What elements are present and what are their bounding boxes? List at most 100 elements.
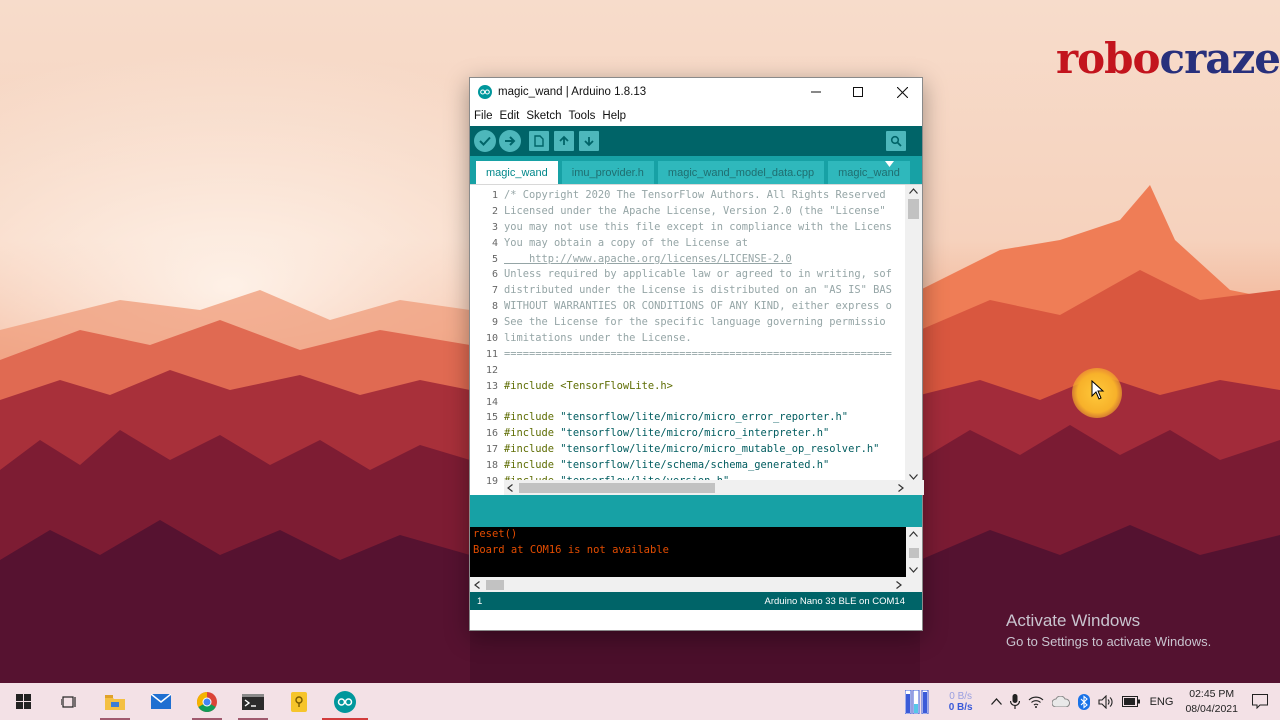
menu-edit[interactable]: Edit: [500, 110, 520, 122]
tab-magic-wand[interactable]: magic_wand: [476, 161, 558, 184]
line-number: 11: [485, 348, 498, 360]
tab-magic-wand-more[interactable]: magic_wand: [828, 161, 910, 184]
taskbar-chrome[interactable]: [184, 683, 230, 720]
chrome-icon: [197, 691, 217, 712]
folder-icon: [105, 694, 125, 710]
upload-button[interactable]: [499, 130, 521, 152]
taskbar-arduino[interactable]: [322, 683, 368, 720]
window-titlebar[interactable]: magic_wand | Arduino 1.8.13: [470, 78, 922, 106]
output-console[interactable]: reset() Board at COM16 is not available: [470, 527, 922, 577]
console-horizontal-scrollbar[interactable]: [470, 577, 922, 592]
notification-icon: [1252, 694, 1268, 709]
terminal-icon: [242, 693, 264, 710]
task-view-button[interactable]: [46, 683, 92, 720]
console-horizontal-thumb[interactable]: [486, 580, 504, 590]
wifi-tray[interactable]: [1028, 695, 1044, 708]
onedrive-tray[interactable]: [1051, 696, 1070, 707]
horizontal-scroll-thumb[interactable]: [519, 483, 715, 493]
code-line: #include "tensorflow/lite/micro/micro_er…: [504, 411, 849, 424]
console-scroll-left-icon[interactable]: [474, 581, 480, 589]
wifi-icon: [1028, 696, 1044, 708]
arduino-logo-icon: [478, 85, 492, 99]
mouse-pointer-icon: [1091, 380, 1105, 400]
editor-vertical-scrollbar[interactable]: [905, 185, 922, 483]
line-number: 15: [485, 412, 498, 424]
start-button[interactable]: [0, 683, 46, 720]
console-scroll-down-icon[interactable]: [909, 567, 918, 573]
code-line: distributed under the License is distrib…: [504, 284, 892, 297]
scroll-right-icon[interactable]: [898, 484, 904, 492]
activate-windows-title: Activate Windows: [1006, 611, 1141, 630]
console-line: Board at COM16 is not available: [473, 543, 669, 556]
maximize-button[interactable]: [836, 78, 880, 106]
verify-button[interactable]: [474, 130, 496, 152]
bluetooth-tray[interactable]: [1077, 693, 1090, 710]
tab-magic-wand-model-data[interactable]: magic_wand_model_data.cpp: [657, 161, 825, 184]
mail-icon: [151, 694, 171, 709]
taskbar-mail[interactable]: [138, 683, 184, 720]
input-language-indicator[interactable]: ENG: [1150, 696, 1174, 708]
show-hidden-icons-button[interactable]: [990, 698, 1002, 705]
console-vertical-scrollbar[interactable]: [906, 527, 922, 577]
code-editor[interactable]: 1 2 3 4 5 6 7 8 9 10 11 12 13 14 15 16 17 18 19 /* Copyrig…: [470, 184, 924, 495]
menu-help[interactable]: Help: [602, 110, 626, 122]
line-number: 8: [491, 301, 498, 313]
close-button[interactable]: [880, 78, 924, 106]
activate-windows-subtitle: Go to Settings to activate Windows.: [1006, 634, 1212, 649]
line-number: 14: [485, 396, 498, 408]
code-line: http://www.apache.org/licenses/LICENSE-2…: [504, 252, 792, 265]
line-number-gutter: 1 2 3 4 5 6 7 8 9 10 11 12 13 14 15 16 17 18 19: [470, 185, 502, 487]
battery-tray[interactable]: [1121, 696, 1140, 707]
vertical-scroll-thumb[interactable]: [908, 199, 919, 219]
volume-tray[interactable]: [1098, 694, 1114, 709]
code-line: WITHOUT WARRANTIES OR CONDITIONS OF ANY …: [504, 300, 892, 313]
code-line: Unless required by applicable law or agr…: [504, 268, 892, 281]
scroll-left-icon[interactable]: [507, 484, 513, 492]
console-scroll-thumb[interactable]: [909, 548, 919, 558]
code-line: See the License for the specific languag…: [504, 316, 886, 329]
line-number: 18: [485, 460, 498, 472]
menu-sketch[interactable]: Sketch: [526, 110, 561, 122]
tab-imu-provider[interactable]: imu_provider.h: [561, 161, 654, 184]
taskbar-terminal[interactable]: [230, 683, 276, 720]
microphone-tray[interactable]: [1009, 694, 1020, 709]
line-number: 19: [485, 476, 498, 488]
speaker-icon: [1098, 694, 1113, 709]
menu-file[interactable]: File: [474, 110, 493, 122]
line-number: 9: [491, 317, 498, 329]
chevron-up-icon: [990, 698, 1002, 705]
save-sketch-button[interactable]: [579, 131, 599, 151]
taskbar-clock[interactable]: 02:45 PM 08/04/2021: [1185, 687, 1238, 717]
line-number: 4: [491, 237, 498, 249]
taskbar-sticky-notes[interactable]: [276, 683, 322, 720]
network-speed-widget[interactable]: 0 B/s 0 B/s: [949, 691, 973, 713]
console-scroll-up-icon[interactable]: [909, 531, 918, 537]
line-number: 10: [485, 333, 498, 345]
code-text-area[interactable]: /* Copyright 2020 The TensorFlow Authors…: [504, 185, 907, 483]
console-scroll-right-icon[interactable]: [896, 581, 902, 589]
notification-center-button[interactable]: [1252, 694, 1268, 709]
line-number: 5: [491, 253, 498, 265]
new-sketch-button[interactable]: [529, 131, 549, 151]
robocraze-logo: robocraze: [1056, 34, 1280, 83]
scroll-up-icon[interactable]: [909, 188, 918, 194]
line-number: 2: [491, 205, 498, 217]
line-number: 7: [491, 285, 498, 297]
bluetooth-icon: [1077, 693, 1090, 710]
menu-tools[interactable]: Tools: [569, 110, 596, 122]
minimize-button[interactable]: [794, 78, 838, 106]
serial-monitor-button[interactable]: [886, 131, 906, 151]
window-title: magic_wand | Arduino 1.8.13: [498, 86, 647, 98]
taskbar-file-explorer[interactable]: [92, 683, 138, 720]
sticky-notes-icon: [291, 691, 307, 712]
tab-menu-chevron-icon[interactable]: [885, 161, 894, 167]
clock-time: 02:45 PM: [1189, 687, 1235, 700]
editor-horizontal-scrollbar[interactable]: [504, 480, 924, 495]
open-sketch-button[interactable]: [554, 131, 574, 151]
console-line: reset(): [473, 528, 518, 540]
line-number: 6: [491, 269, 498, 281]
resource-meter[interactable]: [904, 689, 935, 714]
arduino-ide-window: magic_wand | Arduino 1.8.13 File Edit Sk…: [469, 77, 924, 631]
code-line: Licensed under the Apache License, Versi…: [504, 204, 886, 217]
